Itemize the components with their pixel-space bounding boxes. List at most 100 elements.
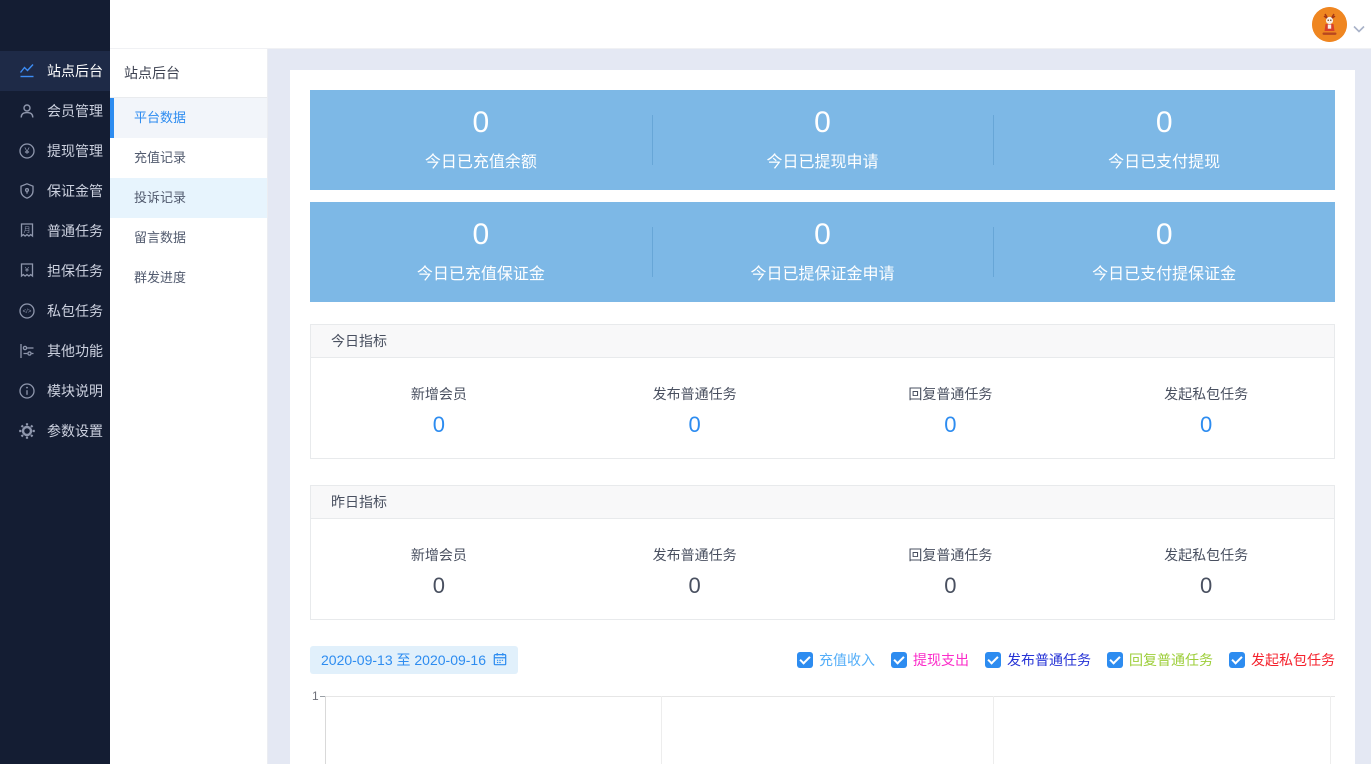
stats-banner-deposit: 0 今日已充值保证金 0 今日已提保证金申请 0 今日已支付提保证金 bbox=[310, 202, 1335, 302]
metric-value: 0 bbox=[432, 412, 445, 437]
metric-value: 0 bbox=[944, 412, 957, 437]
svg-text:月: 月 bbox=[24, 226, 31, 234]
legend-item-recharge-income[interactable]: 充值收入 bbox=[797, 650, 875, 670]
svg-text:¥: ¥ bbox=[25, 265, 30, 274]
chart-y-axis-line bbox=[325, 696, 326, 764]
guarantee-receipt-icon: ¥ bbox=[17, 261, 37, 281]
stat-cell: 0 今日已提保证金申请 bbox=[651, 202, 994, 302]
sidebar-item-settings[interactable]: 参数设置 bbox=[0, 411, 110, 451]
metric-value: 0 bbox=[1200, 573, 1213, 598]
sidebar-item-normal-tasks[interactable]: 月 普通任务 bbox=[0, 211, 110, 251]
submenu-item-complaint-records[interactable]: 投诉记录 bbox=[110, 178, 267, 218]
chart-gridline-horizontal bbox=[325, 696, 1335, 697]
topbar bbox=[110, 0, 1371, 49]
stat-label: 今日已提保证金申请 bbox=[750, 266, 895, 283]
secondary-sidebar: 站点后台 平台数据 充值记录 投诉记录 留言数据 群发进度 bbox=[110, 49, 268, 764]
metric-cell: 回复普通任务 0 bbox=[823, 384, 1079, 438]
metric-cell: 回复普通任务 0 bbox=[823, 545, 1079, 599]
legend-item-launch-private-task[interactable]: 发起私包任务 bbox=[1229, 650, 1335, 670]
stat-cell: 0 今日已充值余额 bbox=[310, 90, 652, 190]
submenu-item-platform-data[interactable]: 平台数据 bbox=[110, 98, 267, 138]
submenu-header: 站点后台 bbox=[110, 49, 267, 98]
stat-value: 0 bbox=[1155, 218, 1173, 251]
sidebar-item-label: 站点后台 bbox=[47, 63, 103, 79]
panel-title: 昨日指标 bbox=[311, 486, 1334, 519]
y-axis-tick-label: 1 bbox=[312, 689, 319, 703]
legend-label: 充值收入 bbox=[819, 652, 875, 668]
legend-label: 提现支出 bbox=[913, 652, 969, 668]
mascot-avatar[interactable] bbox=[1312, 7, 1347, 42]
metric-label: 回复普通任务 bbox=[908, 547, 993, 563]
legend-item-withdraw-expense[interactable]: 提现支出 bbox=[891, 650, 969, 670]
stat-label: 今日已支付提保证金 bbox=[1092, 266, 1237, 283]
checkbox-checked-icon[interactable] bbox=[891, 652, 907, 668]
sidebar-item-label: 私包任务 bbox=[47, 303, 103, 319]
sidebar-item-guarantee-tasks[interactable]: ¥ 担保任务 bbox=[0, 251, 110, 291]
sidebar-item-deposit[interactable]: 保证金管 bbox=[0, 171, 110, 211]
stat-value: 0 bbox=[814, 106, 831, 139]
stat-label: 今日已支付提现 bbox=[1108, 154, 1221, 171]
metric-value: 0 bbox=[432, 573, 445, 598]
metric-label: 新增会员 bbox=[410, 386, 467, 402]
sidebar-item-site-admin[interactable]: 站点后台 bbox=[0, 51, 110, 91]
primary-sidebar: 站点后台 会员管理 ¥ 提现管理 保证金管 月 普通任务 ¥ 担保任务 </> … bbox=[0, 0, 110, 764]
gear-icon bbox=[17, 421, 37, 441]
sidebar-item-label: 普通任务 bbox=[47, 223, 103, 239]
metric-cell: 新增会员 0 bbox=[311, 384, 567, 438]
sidebar-item-label: 保证金管 bbox=[47, 183, 103, 199]
checkbox-checked-icon[interactable] bbox=[1229, 652, 1245, 668]
metric-cell: 新增会员 0 bbox=[311, 545, 567, 599]
svg-text:</>: </> bbox=[23, 309, 32, 315]
metric-value: 0 bbox=[688, 412, 701, 437]
sidebar-item-private-tasks[interactable]: </> 私包任务 bbox=[0, 291, 110, 331]
date-range-text: 2020-09-13 至 2020-09-16 bbox=[321, 652, 487, 668]
metric-value: 0 bbox=[688, 573, 701, 598]
sidebar-item-other-functions[interactable]: 其他功能 bbox=[0, 331, 110, 371]
chevron-down-icon[interactable] bbox=[1353, 20, 1365, 38]
legend-item-reply-normal-task[interactable]: 回复普通任务 bbox=[1107, 650, 1213, 670]
sidebar-item-label: 提现管理 bbox=[47, 143, 103, 159]
stat-cell: 0 今日已提现申请 bbox=[651, 90, 994, 190]
today-metrics-panel: 今日指标 新增会员 0 发布普通任务 0 回复普通任务 0 发起私包任务 0 bbox=[310, 324, 1335, 459]
submenu-item-message-data[interactable]: 留言数据 bbox=[110, 218, 267, 258]
stat-label: 今日已提现申请 bbox=[766, 154, 879, 171]
svg-text:¥: ¥ bbox=[23, 146, 30, 156]
sidebar-item-members[interactable]: 会员管理 bbox=[0, 91, 110, 131]
deposit-shield-icon bbox=[17, 181, 37, 201]
sidebar-item-label: 参数设置 bbox=[47, 423, 103, 439]
stat-label: 今日已充值保证金 bbox=[416, 266, 545, 283]
legend-item-publish-normal-task[interactable]: 发布普通任务 bbox=[985, 650, 1091, 670]
other-functions-icon bbox=[17, 341, 37, 361]
stats-banner-today: 0 今日已充值余额 0 今日已提现申请 0 今日已支付提现 bbox=[310, 90, 1335, 190]
sidebar-item-label: 其他功能 bbox=[47, 343, 103, 359]
submenu-item-recharge-records[interactable]: 充值记录 bbox=[110, 138, 267, 178]
metric-label: 回复普通任务 bbox=[908, 386, 993, 402]
stat-value: 0 bbox=[814, 218, 831, 251]
stat-cell: 0 今日已支付提现 bbox=[993, 90, 1335, 190]
metrics-row: 新增会员 0 发布普通任务 0 回复普通任务 0 发起私包任务 0 bbox=[311, 519, 1334, 619]
line-chart-icon bbox=[17, 61, 37, 81]
sidebar-item-module-docs[interactable]: 模块说明 bbox=[0, 371, 110, 411]
checkbox-checked-icon[interactable] bbox=[985, 652, 1001, 668]
metric-label: 发布普通任务 bbox=[652, 547, 737, 563]
sidebar-item-withdrawals[interactable]: ¥ 提现管理 bbox=[0, 131, 110, 171]
user-icon bbox=[17, 101, 37, 121]
chart-gridline-vertical bbox=[661, 696, 662, 764]
submenu-item-broadcast-progress[interactable]: 群发进度 bbox=[110, 258, 267, 298]
stat-value: 0 bbox=[1155, 106, 1173, 139]
metric-label: 新增会员 bbox=[410, 547, 467, 563]
stat-cell: 0 今日已充值保证金 bbox=[310, 202, 652, 302]
yesterday-metrics-panel: 昨日指标 新增会员 0 发布普通任务 0 回复普通任务 0 发起私包任务 0 bbox=[310, 485, 1335, 620]
chart-legend: 充值收入 提现支出 发布普通任务 回复普通任务 发起私包任务 bbox=[797, 650, 1335, 670]
metric-label: 发起私包任务 bbox=[1164, 547, 1249, 563]
stat-value: 0 bbox=[472, 218, 490, 251]
withdraw-yuan-icon: ¥ bbox=[17, 141, 37, 161]
calendar-icon bbox=[493, 652, 507, 669]
date-range-picker[interactable]: 2020-09-13 至 2020-09-16 bbox=[310, 646, 519, 674]
chart-toolbar: 2020-09-13 至 2020-09-16 充值收入 提现支出 发布普通任务… bbox=[310, 646, 1335, 674]
chart-gridline-vertical bbox=[993, 696, 994, 764]
checkbox-checked-icon[interactable] bbox=[797, 652, 813, 668]
line-chart: 1 bbox=[310, 686, 1335, 764]
checkbox-checked-icon[interactable] bbox=[1107, 652, 1123, 668]
sidebar-item-label: 会员管理 bbox=[47, 103, 103, 119]
